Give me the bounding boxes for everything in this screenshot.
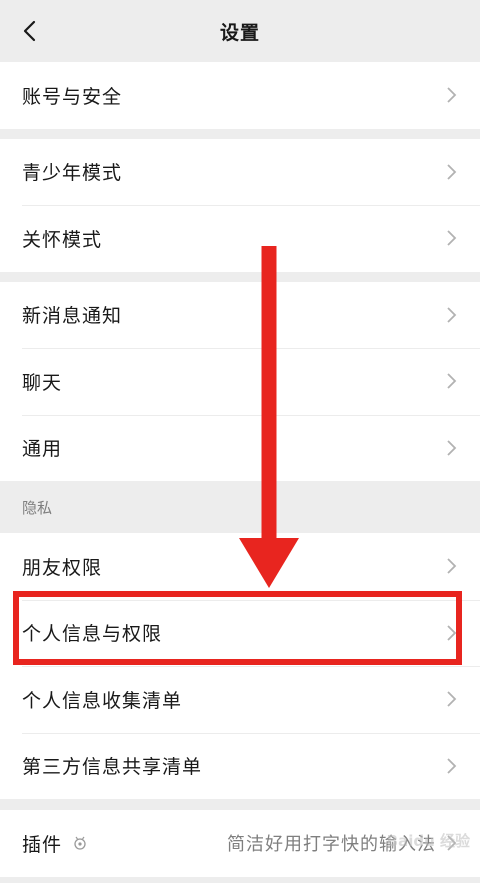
section-label-privacy: 隐私 xyxy=(22,498,53,517)
settings-group-privacy: 朋友权限 个人信息与权限 个人信息收集清单 第三方信息共享清单 xyxy=(0,533,480,799)
settings-group-modes: 青少年模式 关怀模式 xyxy=(0,138,480,272)
plugin-value: 简洁好用打字快的输入法 xyxy=(227,834,436,856)
chevron-right-icon xyxy=(447,691,457,707)
settings-group-account: 账号与安全 xyxy=(0,62,480,129)
chevron-right-icon xyxy=(447,558,457,574)
chevron-right-icon xyxy=(447,164,457,180)
chevron-right-icon xyxy=(447,230,457,246)
row-personal-info-permissions[interactable]: 个人信息与权限 xyxy=(0,599,480,666)
chevron-right-icon xyxy=(447,758,457,774)
row-teen-mode[interactable]: 青少年模式 xyxy=(0,138,480,205)
chevron-right-icon xyxy=(447,373,457,389)
row-chat[interactable]: 聊天 xyxy=(0,348,480,415)
chevron-left-icon xyxy=(23,20,36,42)
page-title: 设置 xyxy=(219,21,260,44)
row-label: 第三方信息共享清单 xyxy=(22,756,203,779)
plugin-badge-icon xyxy=(74,836,86,850)
navigation-bar: 设置 xyxy=(0,0,480,62)
chevron-right-icon xyxy=(447,835,457,851)
settings-group-plugins: 插件 简洁好用打字快的输入法 xyxy=(0,810,480,877)
row-third-party-sharing-list[interactable]: 第三方信息共享清单 xyxy=(0,732,480,799)
row-label: 朋友权限 xyxy=(22,556,103,579)
row-label: 账号与安全 xyxy=(22,85,123,108)
row-personal-info-collection-list[interactable]: 个人信息收集清单 xyxy=(0,666,480,733)
row-label: 青少年模式 xyxy=(22,162,123,185)
row-label: 聊天 xyxy=(22,371,63,394)
row-label: 通用 xyxy=(22,438,63,461)
row-general[interactable]: 通用 xyxy=(0,414,480,481)
group-gap xyxy=(0,129,480,139)
row-label: 个人信息与权限 xyxy=(22,623,163,646)
chevron-right-icon xyxy=(447,87,457,103)
row-label: 关怀模式 xyxy=(22,228,103,251)
group-gap xyxy=(0,272,480,282)
back-button[interactable] xyxy=(16,18,42,44)
row-friend-permissions[interactable]: 朋友权限 xyxy=(0,533,480,600)
row-care-mode[interactable]: 关怀模式 xyxy=(0,205,480,272)
row-label: 插件 xyxy=(22,833,63,856)
row-plugins[interactable]: 插件 简洁好用打字快的输入法 xyxy=(0,810,480,877)
row-new-message-notification[interactable]: 新消息通知 xyxy=(0,281,480,348)
settings-group-general: 新消息通知 聊天 通用 xyxy=(0,281,480,481)
row-account-security[interactable]: 账号与安全 xyxy=(0,62,480,129)
row-label: 新消息通知 xyxy=(22,305,123,328)
chevron-right-icon xyxy=(447,440,457,456)
chevron-right-icon xyxy=(447,625,457,641)
chevron-right-icon xyxy=(447,307,457,323)
row-label: 个人信息收集清单 xyxy=(22,689,183,712)
group-gap xyxy=(0,799,480,810)
